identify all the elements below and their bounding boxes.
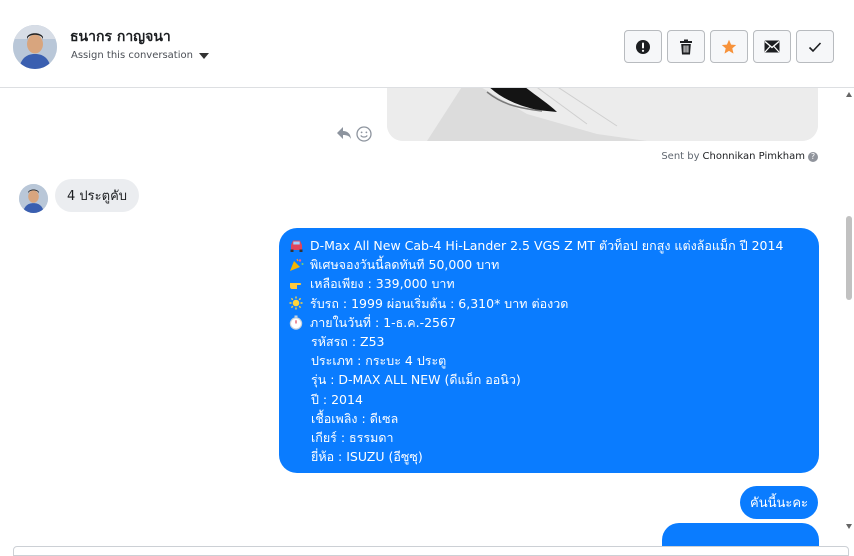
mark-unread-button[interactable] — [753, 30, 791, 63]
message-line: D-Max All New Cab-4 Hi-Lander 2.5 VGS Z … — [289, 236, 809, 255]
incoming-message-bubble[interactable]: 4 ประตูคับ — [55, 179, 140, 212]
detail-line: เกียร์ : ธรรมดา — [311, 430, 394, 446]
pointing-hand-icon — [289, 278, 306, 290]
delete-button[interactable] — [667, 30, 705, 63]
scroll-down-arrow-icon[interactable] — [846, 524, 852, 529]
emoji-reaction-icon[interactable] — [356, 126, 372, 142]
customer-avatar[interactable] — [13, 25, 57, 69]
detail-line: ยี่ห้อ : ISUZU (อีซูซุ) — [311, 449, 423, 465]
stopwatch-icon — [289, 315, 306, 330]
message-text: รับรถ : 1999 ผ่อนเริ่มต้น : 6,310* บาท ต… — [310, 295, 569, 311]
reply-icon[interactable] — [336, 126, 352, 140]
message-line: รับรถ : 1999 ผ่อนเริ่มต้น : 6,310* บาท ต… — [289, 294, 809, 313]
detail-line: ประเภท : กระบะ 4 ประตู — [311, 353, 447, 369]
scrollbar-thumb[interactable] — [846, 216, 852, 300]
sent-by-name: Chonnikan Pimkham — [702, 151, 805, 162]
outgoing-message-bubble-short[interactable]: คันนี้นะคะ — [740, 486, 819, 519]
detail-line: เชื้อเพลิง : ดีเซล — [311, 410, 399, 426]
message-line: เหลือเพียง : 339,000 บาท — [289, 274, 809, 293]
sent-by-prefix: Sent by — [661, 151, 700, 162]
message-line: พิเศษจองวันนี้ลดทันที 50,000 บาท — [289, 255, 809, 274]
question-mark-icon[interactable]: ? — [808, 151, 818, 162]
detail-line: รหัสรถ : Z53 — [311, 334, 385, 350]
message-line: ภายในวันที่ : 1-ธ.ค.-2567 — [289, 313, 809, 332]
caret-down-icon — [198, 52, 209, 59]
conversation-actions — [624, 30, 834, 63]
star-icon — [721, 39, 737, 54]
message-text: พิเศษจองวันนี้ลดทันที 50,000 บาท — [310, 257, 500, 273]
conversation-header: ธนากร กาญจนา Assign this conversation — [0, 0, 854, 88]
envelope-icon — [764, 40, 780, 53]
customer-avatar-small — [19, 184, 48, 213]
car-photo-attachment[interactable] — [387, 88, 818, 141]
message-reaction-tools — [336, 126, 372, 142]
message-composer[interactable] — [13, 546, 849, 556]
sent-by-label: Sent by Chonnikan Pimkham ? — [661, 151, 818, 162]
message-text: เหลือเพียง : 339,000 บาท — [310, 276, 455, 292]
assign-label: Assign this conversation — [71, 50, 193, 61]
message-text: ภายในวันที่ : 1-ธ.ค.-2567 — [310, 314, 456, 330]
customer-name: ธนากร กาญจนา — [70, 29, 171, 45]
outgoing-message-bubble[interactable]: D-Max All New Cab-4 Hi-Lander 2.5 VGS Z … — [279, 228, 819, 473]
checkmark-icon — [808, 41, 822, 52]
message-text: D-Max All New Cab-4 Hi-Lander 2.5 VGS Z … — [310, 238, 784, 253]
car-icon — [289, 239, 306, 253]
detail-line: ปี : 2014 — [311, 391, 363, 407]
message-thread[interactable]: Sent by Chonnikan Pimkham ? 4 ประตูคับ D… — [0, 88, 854, 552]
trash-icon — [680, 39, 692, 54]
thread-scrollbar[interactable] — [843, 88, 854, 537]
mark-done-button[interactable] — [796, 30, 834, 63]
assign-conversation-dropdown[interactable]: Assign this conversation — [71, 50, 209, 61]
mark-spam-button[interactable] — [624, 30, 662, 63]
alert-circle-icon — [636, 39, 650, 54]
sun-icon — [289, 296, 306, 310]
detail-line: รุ่น : D-MAX ALL NEW (ดีแม็ก ออนิว) — [311, 372, 521, 388]
star-button[interactable] — [710, 30, 748, 63]
scroll-up-arrow-icon[interactable] — [846, 92, 852, 97]
party-popper-icon — [289, 258, 306, 272]
